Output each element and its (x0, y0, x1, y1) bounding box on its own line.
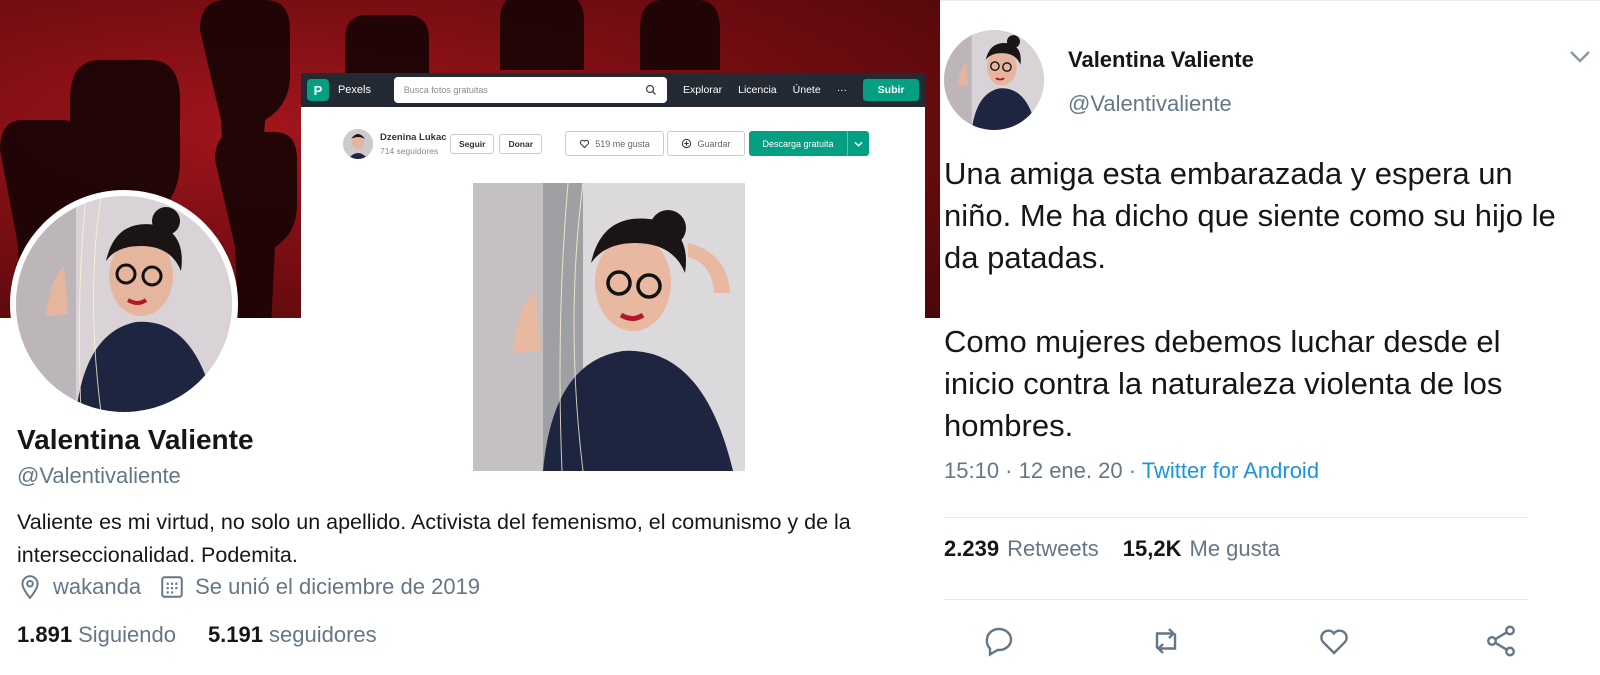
author-avatar[interactable] (343, 129, 373, 159)
followers-label: seguidores (269, 622, 377, 647)
profile-bio: Valiente es mi virtud, no solo un apelli… (17, 510, 851, 567)
free-download-button[interactable]: Descarga gratuita (749, 131, 869, 156)
add-circle-icon (682, 138, 692, 149)
following-label: Siguiendo (78, 622, 176, 647)
author-name[interactable]: Dzenina Lukac (380, 132, 450, 143)
pexels-screenshot: P Pexels Busca fotos gratuitas Explorar … (301, 73, 925, 473)
following-count: 1.891 (17, 622, 73, 647)
divider (944, 517, 1528, 518)
tweet-source-link[interactable]: Twitter for Android (1142, 458, 1319, 483)
tweet-timestamp: 15:10 · 12 ene. 20 · Twitter for Android (944, 458, 1319, 484)
reply-icon[interactable] (980, 623, 1018, 659)
followers-link[interactable]: 5.191 seguidores (208, 622, 377, 648)
tweet-card: Valentina Valiente @Valentivaliente Una … (940, 0, 1600, 675)
more-menu-icon[interactable]: ··· (837, 84, 848, 96)
tweet-time: 15:10 · 12 ene. 20 · (944, 458, 1142, 483)
tweet-author-handle[interactable]: @Valentivaliente (1068, 91, 1232, 117)
nav-licencia[interactable]: Licencia (738, 84, 777, 96)
location-pin-icon (21, 575, 39, 600)
save-button[interactable]: Guardar (667, 131, 745, 156)
likes-label: 519 me gusta (595, 138, 650, 149)
save-label: Guardar (697, 138, 731, 149)
download-label: Descarga gratuita (762, 138, 834, 149)
tweet-avatar[interactable] (944, 30, 1044, 130)
search-icon[interactable] (645, 84, 657, 96)
profile-name: Valentina Valiente (17, 424, 254, 455)
heart-icon (580, 139, 590, 149)
nav-explorar[interactable]: Explorar (683, 84, 722, 96)
upload-button[interactable]: Subir (863, 79, 920, 101)
chevron-down-icon[interactable] (847, 131, 869, 156)
retweets-label: Retweets (1007, 536, 1099, 561)
profile-handle: @Valentivaliente (17, 463, 181, 488)
profile-stats: 1.891 Siguiendo 5.191 seguidores (17, 622, 377, 648)
chevron-down-icon[interactable] (1568, 49, 1592, 65)
likes-link[interactable]: 15,2K Me gusta (1123, 536, 1280, 562)
share-icon[interactable] (1482, 623, 1520, 659)
nav-unete[interactable]: Únete (793, 84, 821, 96)
donate-button[interactable]: Donar (499, 134, 543, 154)
tweet-stats: 2.239 Retweets 15,2K Me gusta (944, 536, 1280, 562)
like-icon[interactable] (1315, 623, 1353, 659)
retweets-link[interactable]: 2.239 Retweets (944, 536, 1099, 562)
pexels-brand[interactable]: Pexels (338, 84, 384, 96)
author-info: Dzenina Lukac 714 seguidores (380, 132, 450, 156)
profile-avatar[interactable] (10, 190, 238, 418)
pexels-nav: Explorar Licencia Únete ··· (683, 84, 863, 96)
following-link[interactable]: 1.891 Siguiendo (17, 622, 176, 648)
retweets-count: 2.239 (944, 536, 1000, 561)
followers-count: 5.191 (207, 622, 263, 647)
likes-count: 15,2K (1122, 536, 1182, 561)
pexels-photo[interactable] (473, 183, 745, 471)
pexels-navbar: P Pexels Busca fotos gratuitas Explorar … (301, 73, 925, 107)
follow-button[interactable]: Seguir (450, 134, 495, 154)
woman-with-glasses-photo (944, 30, 1044, 130)
woman-with-glasses-photo (16, 196, 232, 412)
calendar-icon (161, 576, 183, 598)
pexels-search-placeholder: Busca fotos gratuitas (403, 85, 488, 95)
tweet-author-name[interactable]: Valentina Valiente (1068, 47, 1254, 73)
profile-joined: Se unió el diciembre de 2019 (195, 574, 481, 599)
tweet-actions (980, 623, 1520, 659)
like-photo-button[interactable]: 519 me gusta (565, 131, 664, 156)
pexels-logo-icon[interactable]: P (307, 79, 329, 101)
likes-label: Me gusta (1189, 536, 1281, 561)
author-followers: 714 seguidores (380, 146, 439, 156)
woman-with-glasses-photo (473, 183, 745, 471)
retweet-icon[interactable] (1147, 623, 1185, 659)
pexels-search-input[interactable]: Busca fotos gratuitas (393, 77, 668, 103)
pexels-author-bar: Dzenina Lukac 714 seguidores Seguir Dona… (343, 129, 547, 159)
profile-location: wakanda (53, 574, 142, 599)
divider (944, 599, 1528, 600)
profile-meta: wakanda Se unió el diciembre de 2019 (17, 574, 480, 600)
tweet-text: Una amiga esta embarazada y espera un ni… (944, 156, 1556, 443)
